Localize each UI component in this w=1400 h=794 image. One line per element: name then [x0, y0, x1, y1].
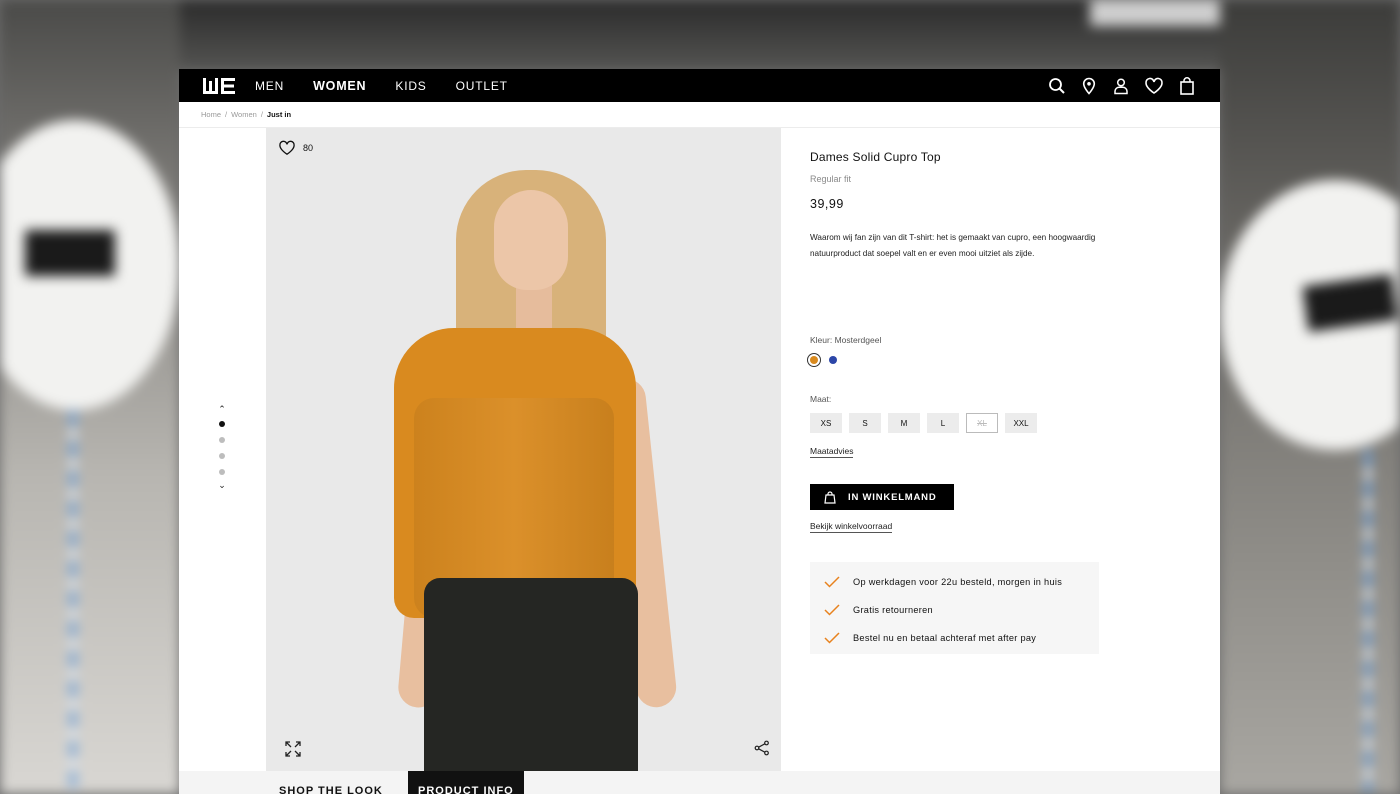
size-option-xl[interactable]: XL: [966, 413, 998, 433]
color-swatch-blue[interactable]: [829, 356, 837, 364]
product-price: 39,99: [810, 197, 844, 211]
model-figure: [266, 128, 781, 771]
breadcrumb: Home / Women / Just in: [179, 102, 1220, 128]
heart-icon: [279, 140, 295, 156]
add-to-cart-label: IN WINKELMAND: [848, 491, 937, 503]
usp-item: Op werkdagen voor 22u besteld, morgen in…: [810, 568, 1099, 596]
size-advice-link[interactable]: Maatadvies: [810, 446, 854, 458]
size-option-s[interactable]: S: [849, 413, 881, 433]
nav-item-kids[interactable]: KIDS: [395, 79, 426, 93]
add-to-cart-button[interactable]: IN WINKELMAND: [810, 484, 954, 510]
share-icon[interactable]: [754, 740, 770, 761]
size-option-m[interactable]: M: [888, 413, 920, 433]
nav-item-men[interactable]: MEN: [255, 79, 284, 93]
product-title: Dames Solid Cupro Top: [810, 150, 941, 164]
size-label: Maat:: [810, 394, 832, 404]
usp-box: Op werkdagen voor 22u besteld, morgen in…: [810, 562, 1099, 654]
search-icon[interactable]: [1048, 77, 1066, 95]
tab-product-info[interactable]: PRODUCT INFO: [408, 771, 524, 794]
product-tabs: SHOP THE LOOK PRODUCT INFO: [179, 771, 1220, 794]
account-icon[interactable]: [1112, 77, 1130, 95]
size-option-xxl[interactable]: XXL: [1005, 413, 1037, 433]
chevron-down-icon[interactable]: ⌄: [218, 480, 226, 492]
product-description: Waarom wij fan zijn van dit T-shirt: het…: [810, 233, 1096, 258]
favorite-toggle[interactable]: 80: [278, 140, 313, 156]
product-section: ⌃ ⌄ 80 Dames Solid Cupro Top Regular fit…: [179, 128, 1220, 771]
gallery-dot[interactable]: [219, 453, 225, 459]
gallery-dot[interactable]: [219, 437, 225, 443]
product-fit: Regular fit: [810, 174, 852, 184]
bag-icon[interactable]: [1178, 76, 1196, 95]
location-icon[interactable]: [1080, 77, 1098, 95]
usp-item: Bestel nu en betaal achteraf met after p…: [810, 624, 1099, 652]
bag-icon: [824, 490, 836, 504]
wishlist-icon[interactable]: [1144, 77, 1164, 95]
gallery-dot[interactable]: [219, 469, 225, 475]
store-stock-link[interactable]: Bekijk winkelvoorraad: [810, 521, 893, 533]
nav-item-women[interactable]: WOMEN: [313, 79, 366, 93]
gallery-pager: ⌃ ⌄: [215, 404, 229, 492]
fullscreen-icon[interactable]: [284, 740, 302, 763]
tab-shop-the-look[interactable]: SHOP THE LOOK: [269, 771, 393, 794]
checkmark-icon: [824, 604, 840, 616]
breadcrumb-home[interactable]: Home: [201, 110, 221, 119]
product-image[interactable]: 80: [266, 128, 781, 771]
color-swatch-mosterdgeel[interactable]: [810, 356, 818, 364]
size-option-xs[interactable]: XS: [810, 413, 842, 433]
gallery-dot[interactable]: [219, 421, 225, 427]
color-label: Kleur: Mosterdgeel: [810, 335, 882, 345]
top-navigation: MEN WOMEN KIDS OUTLET: [179, 69, 1220, 102]
checkmark-icon: [824, 576, 840, 588]
nav-item-outlet[interactable]: OUTLET: [456, 79, 508, 93]
breadcrumb-current: Just in: [266, 110, 292, 119]
checkmark-icon: [824, 632, 840, 644]
size-option-l[interactable]: L: [927, 413, 959, 433]
product-page: MEN WOMEN KIDS OUTLET Home / Women / Jus…: [179, 69, 1220, 794]
favorite-count: 80: [303, 143, 314, 153]
breadcrumb-women[interactable]: Women: [231, 110, 257, 119]
size-selector: XS S M L XL XXL: [810, 413, 1037, 433]
chevron-up-icon[interactable]: ⌃: [218, 404, 226, 416]
we-logo[interactable]: [203, 77, 235, 94]
usp-item: Gratis retourneren: [810, 596, 1099, 624]
color-swatches: [810, 356, 837, 364]
